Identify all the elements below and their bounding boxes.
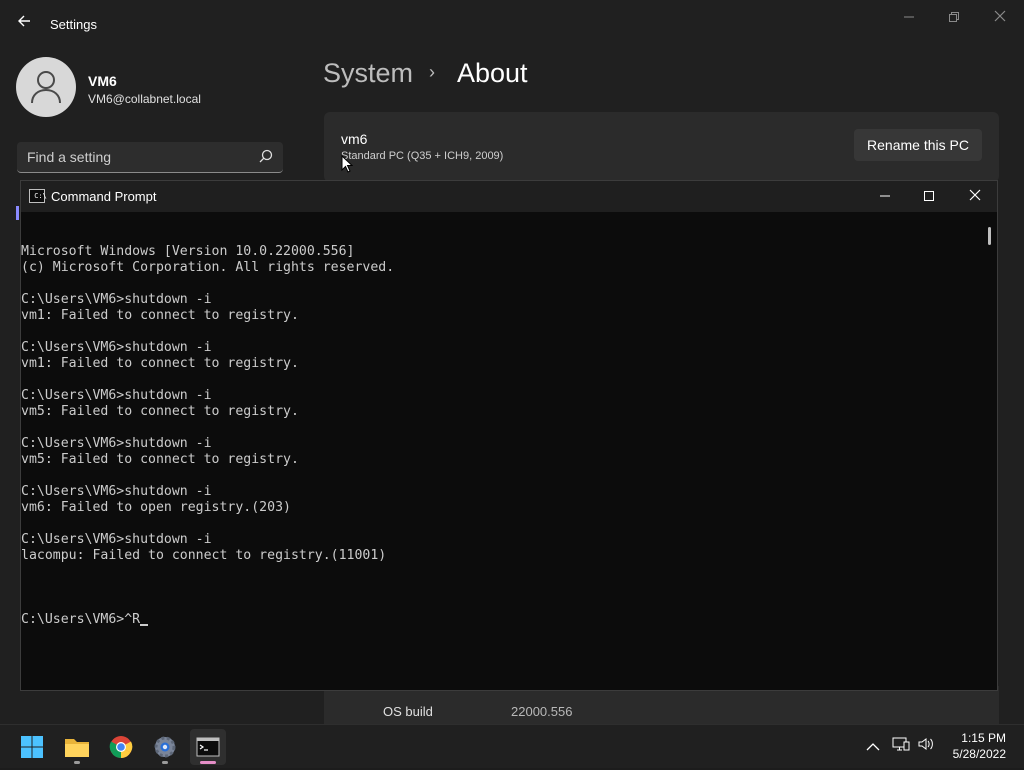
minimize-button[interactable] xyxy=(895,8,923,26)
spec-value: 22000.556 xyxy=(511,704,573,719)
spec-label: OS build xyxy=(383,704,433,719)
user-name: VM6 xyxy=(88,73,117,89)
volume-icon[interactable] xyxy=(917,725,935,769)
spec-row-os-build: OS build 22000.556 xyxy=(324,686,999,724)
pc-model: Standard PC (Q35 + ICH9, 2009) xyxy=(341,150,504,162)
console-output[interactable]: Microsoft Windows [Version 10.0.22000.55… xyxy=(21,212,979,688)
search-icon[interactable] xyxy=(259,149,273,168)
console-line: vm6: Failed to open registry.(203) xyxy=(21,500,291,515)
text-cursor xyxy=(140,624,149,626)
page-title: About xyxy=(457,58,528,88)
mouse-pointer-icon xyxy=(341,154,354,178)
console-line: vm5: Failed to connect to registry. xyxy=(21,452,299,467)
taskbar-chrome[interactable] xyxy=(103,729,139,765)
console-line: C:\Users\VM6>shutdown -i xyxy=(21,436,212,451)
console-line: lacompu: Failed to connect to registry.(… xyxy=(21,548,387,563)
console-line: vm1: Failed to connect to registry. xyxy=(21,356,299,371)
chevron-right-icon: › xyxy=(429,62,435,82)
taskbar-command-prompt[interactable] xyxy=(190,729,226,765)
console-line: C:\Users\VM6>shutdown -i xyxy=(21,292,212,307)
active-indicator xyxy=(200,761,216,764)
console-line: (c) Microsoft Corporation. All rights re… xyxy=(21,260,395,275)
selection-indicator xyxy=(16,206,19,220)
chevron-up-icon[interactable] xyxy=(866,725,880,769)
search-input[interactable]: Find a setting xyxy=(17,142,283,173)
console-line: Microsoft Windows [Version 10.0.22000.55… xyxy=(21,244,355,259)
terminal-icon xyxy=(196,737,220,757)
console-line: C:\Users\VM6>shutdown -i xyxy=(21,484,212,499)
user-profile[interactable]: VM6 VM6@collabnet.local xyxy=(16,57,306,119)
avatar xyxy=(16,57,76,117)
windows-logo-icon xyxy=(21,736,43,758)
pc-name: vm6 xyxy=(341,131,368,147)
cmd-maximize-button[interactable] xyxy=(915,187,943,205)
app-title: Settings xyxy=(50,17,97,32)
folder-icon xyxy=(65,739,89,757)
restore-button[interactable] xyxy=(940,8,968,26)
console-line: vm5: Failed to connect to registry. xyxy=(21,404,299,419)
settings-titlebar: Settings xyxy=(0,0,1024,48)
running-indicator xyxy=(74,761,80,764)
clock-time: 1:15 PM xyxy=(961,731,1006,745)
user-email: VM6@collabnet.local xyxy=(88,92,201,106)
console-line: vm1: Failed to connect to registry. xyxy=(21,308,299,323)
back-icon[interactable] xyxy=(14,14,34,34)
user-icon xyxy=(31,71,61,104)
cmd-titlebar[interactable]: C:\ Command Prompt xyxy=(21,181,997,212)
pc-info-card: vm6 Standard PC (Q35 + ICH9, 2009) Renam… xyxy=(324,112,999,182)
taskbar: 1:15 PM 5/28/2022 xyxy=(0,724,1024,768)
cmd-minimize-button[interactable] xyxy=(871,187,899,205)
network-icon[interactable] xyxy=(892,725,910,769)
start-button[interactable] xyxy=(14,729,50,765)
command-prompt-window[interactable]: C:\ Command Prompt Microsoft Windows [Ve… xyxy=(20,180,998,691)
terminal-icon: C:\ xyxy=(29,189,47,203)
taskbar-settings[interactable] xyxy=(147,729,183,765)
gear-icon xyxy=(154,736,176,758)
breadcrumb-system[interactable]: System xyxy=(323,58,413,89)
scrollbar-thumb[interactable] xyxy=(988,227,991,245)
console-line: C:\Users\VM6>shutdown -i xyxy=(21,388,212,403)
console-prompt-line[interactable]: C:\Users\VM6>^R xyxy=(21,612,979,628)
cmd-title: Command Prompt xyxy=(51,189,157,204)
taskbar-file-explorer[interactable] xyxy=(59,729,95,765)
console-line: C:\Users\VM6>shutdown -i xyxy=(21,532,212,547)
chrome-icon xyxy=(109,736,133,758)
console-line: C:\Users\VM6>shutdown -i xyxy=(21,340,212,355)
rename-pc-button[interactable]: Rename this PC xyxy=(854,129,982,161)
running-indicator xyxy=(162,761,168,764)
system-clock[interactable]: 1:15 PM 5/28/2022 xyxy=(953,730,1006,762)
search-placeholder: Find a setting xyxy=(27,149,112,165)
cmd-close-button[interactable] xyxy=(961,187,989,205)
close-button[interactable] xyxy=(986,8,1014,26)
prompt-text: C:\Users\VM6>^R xyxy=(21,612,141,627)
clock-date: 5/28/2022 xyxy=(952,747,1006,761)
